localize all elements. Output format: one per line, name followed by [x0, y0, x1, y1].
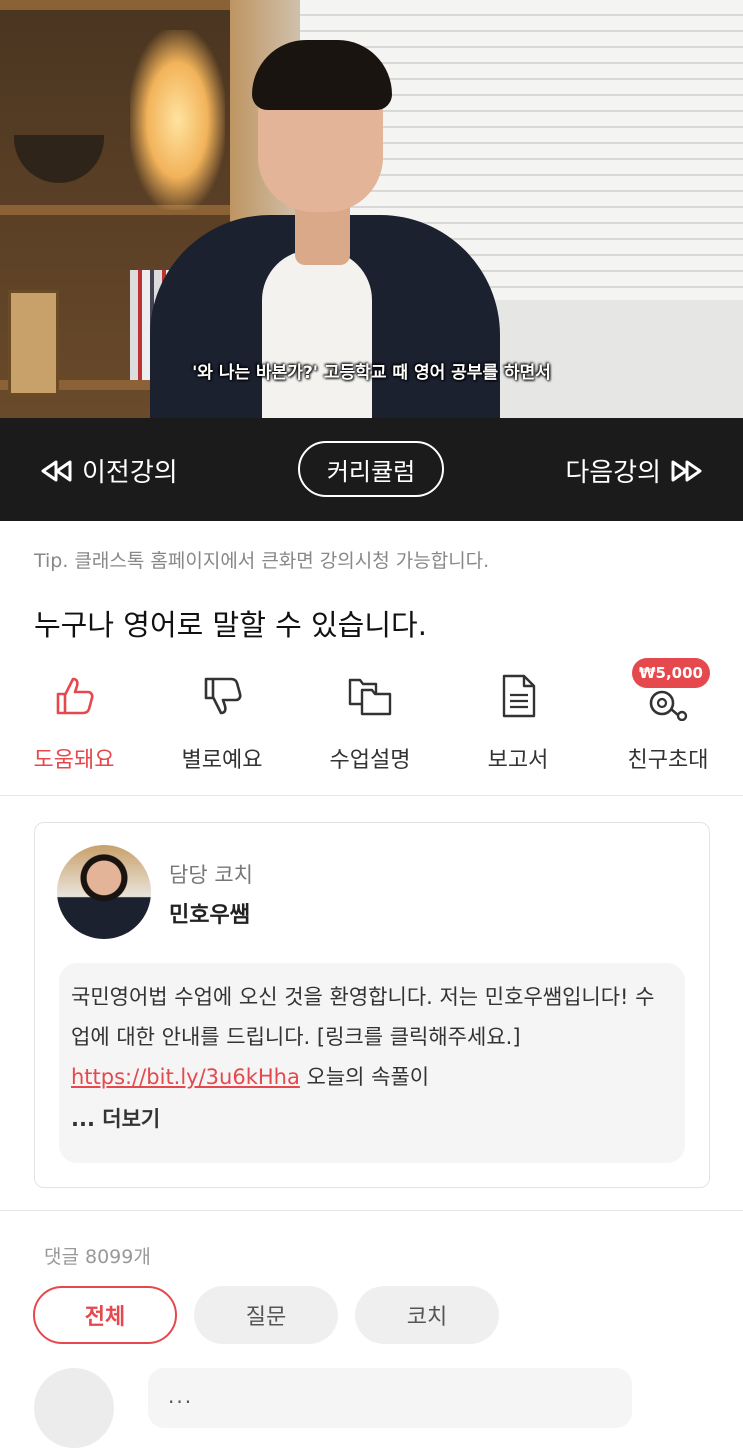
filter-all-button[interactable]: 전체 — [33, 1286, 177, 1344]
previous-lecture-button[interactable]: 이전강의 — [40, 452, 178, 489]
lecture-nav-bar: 이전강의 커리큘럼 다음강의 — [0, 418, 743, 521]
action-row: 도움돼요 별로예요 수업설명 보고서 친구초대 — [0, 660, 743, 780]
lesson-description-button[interactable]: 수업설명 — [310, 670, 430, 774]
next-lecture-button[interactable]: 다음강의 — [565, 452, 703, 489]
see-more-button[interactable]: ... 더보기 — [71, 1103, 160, 1133]
comment-avatar[interactable] — [34, 1368, 114, 1448]
video-subtitle: '와 나는 바본가?' 고등학교 때 영어 공부를 하면서 — [192, 363, 551, 383]
divider — [0, 1210, 743, 1211]
comment-bubble: ... — [148, 1368, 632, 1428]
thumbs-down-icon — [204, 677, 242, 715]
thumbs-up-icon — [56, 677, 94, 715]
coach-message: 국민영어법 수업에 오신 것을 환영합니다. 저는 민호우쌤입니다! 수업에 대… — [59, 963, 685, 1163]
coach-message-link[interactable]: https://bit.ly/3u6kHha — [71, 1065, 300, 1089]
folders-icon — [348, 678, 392, 716]
invite-reward-badge: ₩5,000 — [632, 658, 710, 688]
coach-role-label: 담당 코치 — [169, 863, 253, 887]
report-label: 보고서 — [487, 748, 549, 773]
not-helpful-button[interactable]: 별로예요 — [162, 670, 282, 774]
next-lecture-label: 다음강의 — [565, 458, 661, 488]
helpful-label: 도움돼요 — [33, 748, 115, 773]
invite-friend-label: 친구초대 — [627, 748, 709, 773]
coach-message-text: 국민영어법 수업에 오신 것을 환영합니다. 저는 민호우쌤입니다! 수업에 대… — [71, 985, 655, 1049]
report-button[interactable]: 보고서 — [458, 670, 578, 774]
filter-question-button[interactable]: 질문 — [194, 1286, 338, 1344]
filter-coach-button[interactable]: 코치 — [355, 1286, 499, 1344]
document-icon — [502, 674, 536, 718]
coach-avatar[interactable] — [57, 845, 151, 939]
divider — [0, 795, 743, 796]
comment-count: 댓글 8099개 — [44, 1246, 151, 1268]
tip-text: Tip. 클래스톡 홈페이지에서 큰화면 강의시청 가능합니다. — [34, 550, 490, 572]
coach-card: 담당 코치 민호우쌤 국민영어법 수업에 오신 것을 환영합니다. 저는 민호우… — [34, 822, 710, 1188]
curriculum-button[interactable]: 커리큘럼 — [298, 441, 444, 497]
lesson-description-label: 수업설명 — [329, 748, 411, 773]
fast-forward-icon — [671, 460, 702, 481]
rewind-icon — [41, 460, 72, 481]
previous-lecture-label: 이전강의 — [82, 458, 178, 488]
lesson-title: 누구나 영어로 말할 수 있습니다. — [34, 608, 427, 642]
coach-message-tail: 오늘의 속풀이 — [299, 1065, 430, 1089]
not-helpful-label: 별로예요 — [181, 748, 263, 773]
helpful-button[interactable]: 도움돼요 — [14, 670, 134, 774]
video-player[interactable]: '와 나는 바본가?' 고등학교 때 영어 공부를 하면서 — [0, 0, 743, 418]
comment-preview: ... — [168, 1384, 194, 1408]
coach-name: 민호우쌤 — [169, 903, 250, 928]
